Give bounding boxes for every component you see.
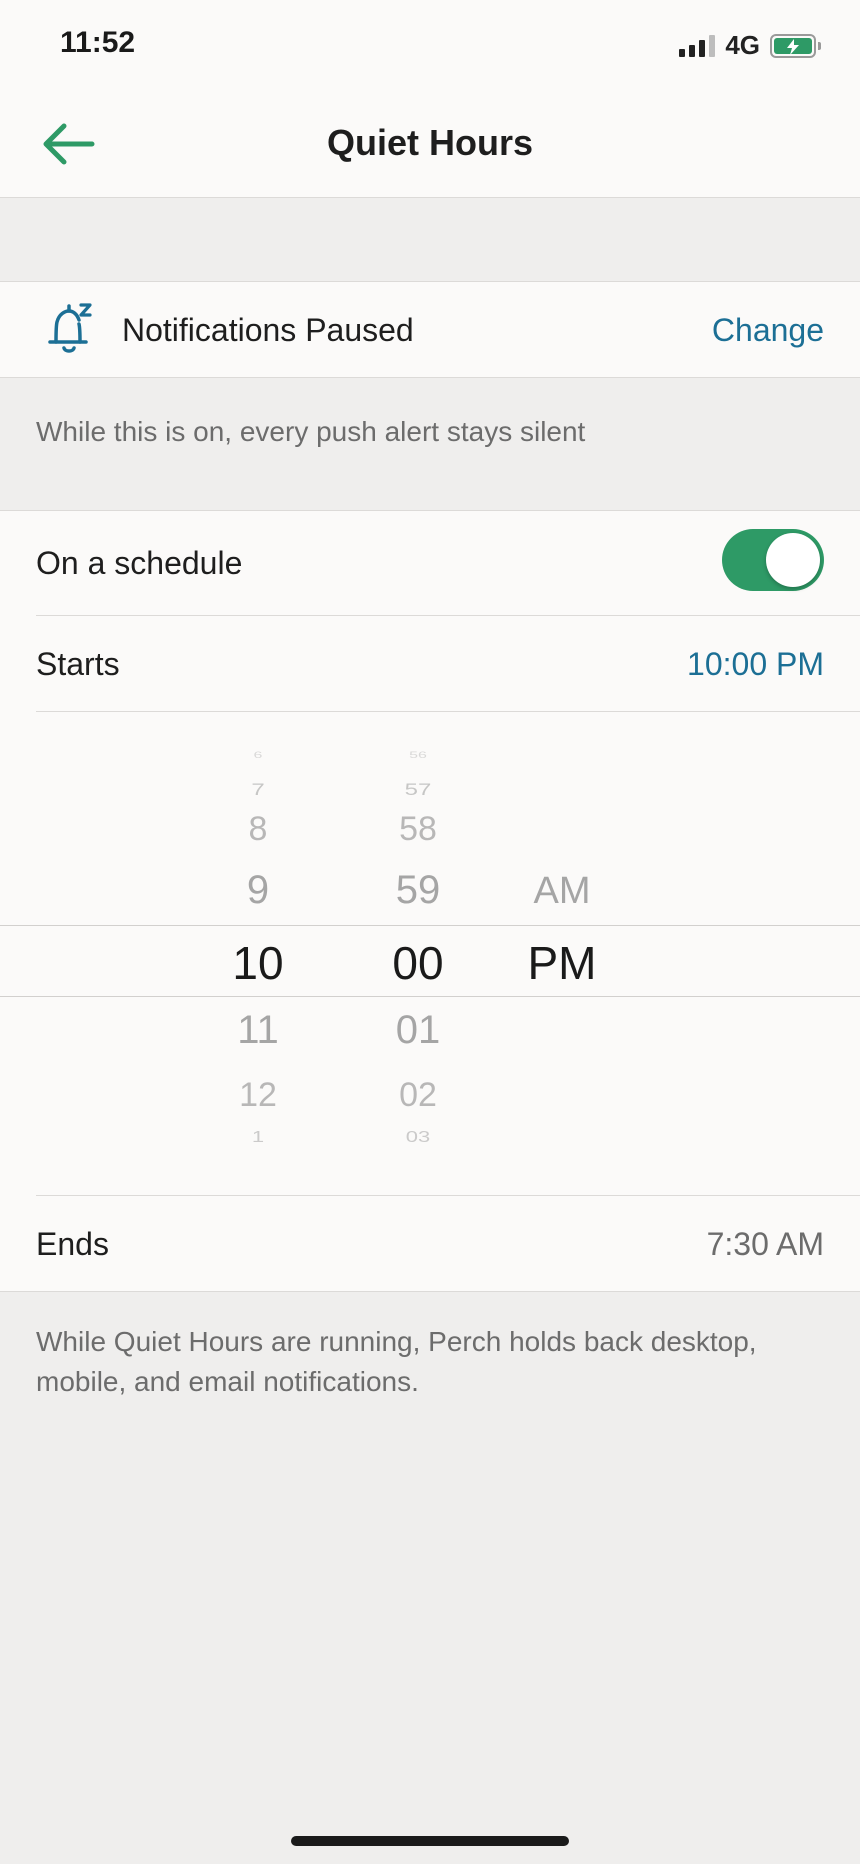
status-indicators: 4G (679, 30, 821, 61)
notifications-status-label: Notifications Paused (122, 312, 414, 348)
picker-minute-item: 02 (399, 1076, 437, 1114)
start-time-picker: 6 7 8 9 10 11 12 1 56 57 58 59 00 01 02 … (0, 712, 860, 1194)
picker-minute-item: 01 (395, 1008, 441, 1052)
nav-bar: Quiet Hours (0, 90, 860, 198)
minute-wheel[interactable]: 56 57 58 59 00 01 02 03 (358, 712, 478, 1194)
picker-hour-item: 12 (239, 1076, 277, 1114)
schedule-toggle-row: On a schedule (0, 511, 860, 615)
network-type: 4G (725, 30, 760, 60)
starts-time-value[interactable]: 10:00 PM (687, 646, 824, 683)
picker-minute-item: 59 (395, 868, 441, 912)
hour-wheel[interactable]: 6 7 8 9 10 11 12 1 (198, 712, 318, 1194)
schedule-toggle[interactable] (722, 529, 824, 591)
bell-snooze-icon (48, 303, 92, 353)
ends-time-value[interactable]: 7:30 AM (707, 1226, 824, 1263)
picker-minute-selected: 00 (392, 937, 444, 989)
starts-label: Starts (36, 646, 120, 682)
page-title: Quiet Hours (326, 122, 533, 163)
change-button[interactable]: Change (712, 312, 824, 349)
ends-row[interactable]: Ends 7:30 AM (0, 1196, 860, 1292)
picker-minute-item: 57 (404, 780, 432, 800)
notifications-status-group: Notifications Paused Change (0, 281, 860, 378)
picker-minute-item: 03 (405, 1127, 431, 1146)
picker-hour-item: 11 (237, 1008, 279, 1052)
status-bar: 11:52 4G (0, 0, 860, 90)
schedule-toggle-label: On a schedule (36, 545, 243, 581)
battery-charging-icon (770, 33, 821, 58)
picker-hour-item: 8 (248, 810, 268, 848)
notifications-paused-row: Notifications Paused Change (0, 282, 860, 376)
home-indicator (291, 1836, 569, 1846)
ends-label: Ends (36, 1226, 109, 1262)
picker-minute-item: 56 (409, 751, 427, 761)
status-time: 11:52 (60, 26, 136, 59)
toggle-knob (766, 533, 820, 587)
paused-note: While this is on, every push alert stays… (36, 416, 586, 447)
picker-minute-item: 58 (399, 810, 437, 848)
period-wheel[interactable]: AM PM (502, 712, 622, 1194)
starts-row[interactable]: Starts 10:00 PM (0, 616, 860, 711)
cellular-signal-icon (679, 34, 716, 57)
picker-hour-item: 7 (251, 780, 265, 800)
quiet-hours-note: While Quiet Hours are running, Perch hol… (36, 1326, 757, 1397)
picker-hour-item: 1 (251, 1127, 265, 1146)
picker-hour-item: 9 (246, 868, 270, 912)
picker-period-item: AM (533, 870, 591, 912)
picker-period-selected: PM (527, 937, 597, 989)
picker-hour-item: 6 (253, 751, 263, 761)
picker-hour-selected: 10 (232, 937, 284, 989)
